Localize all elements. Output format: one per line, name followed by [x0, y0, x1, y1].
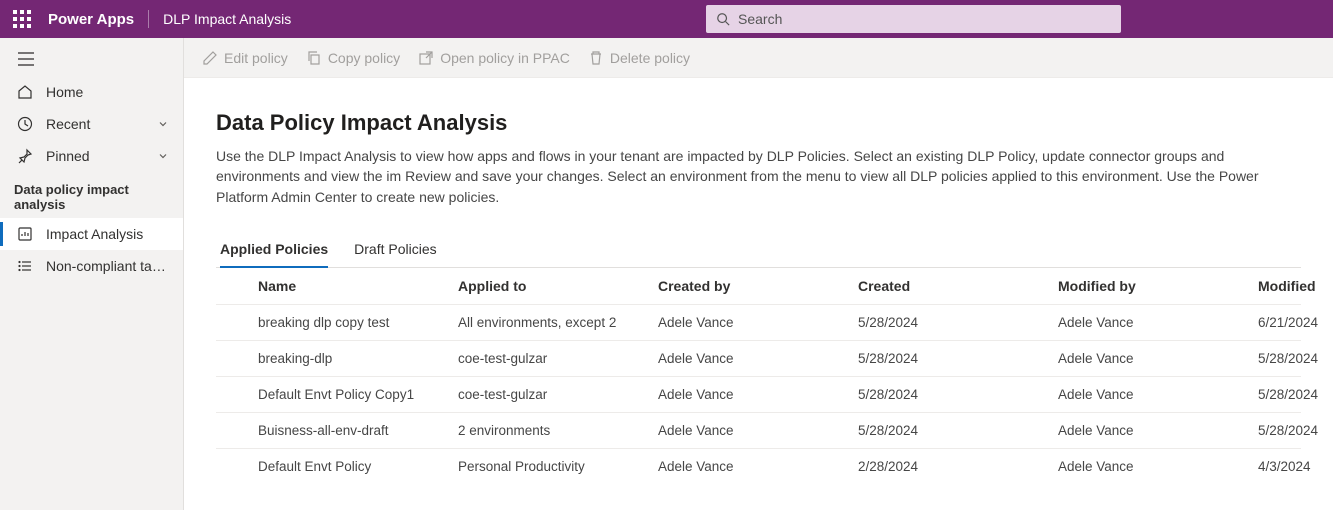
cmd-label: Delete policy — [610, 50, 690, 66]
tab-draft-policies[interactable]: Draft Policies — [354, 233, 436, 267]
chart-icon — [16, 225, 34, 243]
pin-icon — [16, 147, 34, 165]
sidebar-item-label: Non-compliant task l... — [46, 258, 169, 274]
table-cell: 6/21/2024 — [1258, 315, 1333, 330]
page-title: Data Policy Impact Analysis — [216, 110, 1301, 136]
table-row[interactable]: Buisness-all-env-draft2 environmentsAdel… — [216, 412, 1301, 448]
table-cell: Adele Vance — [658, 351, 858, 366]
table-cell: 5/28/2024 — [858, 351, 1058, 366]
col-header-created[interactable]: Created — [858, 278, 1058, 294]
table-cell: 5/28/2024 — [1258, 351, 1333, 366]
table-row[interactable]: breaking-dlpcoe-test-gulzarAdele Vance5/… — [216, 340, 1301, 376]
chevron-down-icon — [157, 150, 169, 162]
command-bar: Edit policy Copy policy Open policy in P… — [184, 38, 1333, 78]
copy-icon — [306, 50, 322, 66]
header-divider — [148, 10, 149, 28]
col-header-appliedto[interactable]: Applied to — [458, 278, 658, 294]
table-row[interactable]: Default Envt PolicyPersonal Productivity… — [216, 448, 1301, 484]
chevron-down-icon — [157, 118, 169, 130]
home-icon — [16, 83, 34, 101]
delete-icon — [588, 50, 604, 66]
table-cell: 5/28/2024 — [1258, 423, 1333, 438]
table-cell: Adele Vance — [1058, 387, 1258, 402]
list-icon — [16, 257, 34, 275]
table-cell: Default Envt Policy — [258, 459, 458, 474]
copy-policy-button[interactable]: Copy policy — [306, 50, 400, 66]
open-policy-ppac-button[interactable]: Open policy in PPAC — [418, 50, 570, 66]
sidebar-item-home[interactable]: Home — [0, 76, 183, 108]
table-cell: Adele Vance — [1058, 459, 1258, 474]
sidebar: Home Recent Pinned Data policy impact an… — [0, 38, 184, 510]
table-cell: Adele Vance — [658, 459, 858, 474]
sidebar-item-label: Impact Analysis — [46, 226, 169, 242]
sidebar-item-label: Home — [46, 84, 169, 100]
table-cell: 5/28/2024 — [858, 423, 1058, 438]
cmd-label: Open policy in PPAC — [440, 50, 570, 66]
table-cell: Default Envt Policy Copy1 — [258, 387, 458, 402]
table-cell: Adele Vance — [1058, 351, 1258, 366]
table-cell: Adele Vance — [658, 423, 858, 438]
table-cell: Buisness-all-env-draft — [258, 423, 458, 438]
open-icon — [418, 50, 434, 66]
table-cell: 5/28/2024 — [858, 387, 1058, 402]
table-cell: 5/28/2024 — [858, 315, 1058, 330]
table-row[interactable]: Default Envt Policy Copy1coe-test-gulzar… — [216, 376, 1301, 412]
table-cell: Adele Vance — [1058, 315, 1258, 330]
table-header: Name Applied to Created by Created Modif… — [216, 268, 1301, 304]
page-description: Use the DLP Impact Analysis to view how … — [216, 146, 1301, 207]
waffle-icon[interactable] — [12, 9, 32, 29]
table-cell: Adele Vance — [1058, 423, 1258, 438]
hamburger-button[interactable] — [0, 38, 183, 76]
sidebar-item-pinned[interactable]: Pinned — [0, 140, 183, 172]
table-cell: 4/3/2024 — [1258, 459, 1333, 474]
table-cell: Personal Productivity — [458, 459, 658, 474]
delete-policy-button[interactable]: Delete policy — [588, 50, 690, 66]
search-input[interactable] — [738, 11, 1111, 27]
table-row[interactable]: breaking dlp copy testAll environments, … — [216, 304, 1301, 340]
policies-table: Name Applied to Created by Created Modif… — [216, 268, 1301, 484]
col-header-createdby[interactable]: Created by — [658, 278, 858, 294]
search-box[interactable] — [706, 5, 1121, 33]
table-cell: Adele Vance — [658, 315, 858, 330]
col-header-modified[interactable]: Modified — [1258, 278, 1333, 294]
sidebar-item-label: Pinned — [46, 148, 157, 164]
sidebar-item-label: Recent — [46, 116, 157, 132]
main-area: Edit policy Copy policy Open policy in P… — [184, 38, 1333, 510]
table-cell: breaking-dlp — [258, 351, 458, 366]
sidebar-item-noncompliant[interactable]: Non-compliant task l... — [0, 250, 183, 282]
search-icon — [716, 12, 730, 26]
edit-policy-button[interactable]: Edit policy — [202, 50, 288, 66]
table-cell: coe-test-gulzar — [458, 387, 658, 402]
clock-icon — [16, 115, 34, 133]
cmd-label: Copy policy — [328, 50, 400, 66]
col-header-modifiedby[interactable]: Modified by — [1058, 278, 1258, 294]
table-cell: 5/28/2024 — [1258, 387, 1333, 402]
table-cell: 2 environments — [458, 423, 658, 438]
table-cell: breaking dlp copy test — [258, 315, 458, 330]
cmd-label: Edit policy — [224, 50, 288, 66]
table-cell: coe-test-gulzar — [458, 351, 658, 366]
col-header-name[interactable]: Name — [258, 278, 458, 294]
header-page-name: DLP Impact Analysis — [163, 11, 291, 27]
edit-icon — [202, 50, 218, 66]
app-header: Power Apps DLP Impact Analysis — [0, 0, 1333, 38]
table-cell: All environments, except 2 — [458, 315, 658, 330]
sidebar-section-title: Data policy impact analysis — [0, 172, 183, 218]
sidebar-item-impact-analysis[interactable]: Impact Analysis — [0, 218, 183, 250]
table-cell: Adele Vance — [658, 387, 858, 402]
table-cell: 2/28/2024 — [858, 459, 1058, 474]
sidebar-item-recent[interactable]: Recent — [0, 108, 183, 140]
content-area: Data Policy Impact Analysis Use the DLP … — [184, 78, 1333, 510]
app-name[interactable]: Power Apps — [48, 11, 134, 28]
tabs: Applied Policies Draft Policies — [216, 233, 1301, 268]
tab-applied-policies[interactable]: Applied Policies — [220, 233, 328, 267]
